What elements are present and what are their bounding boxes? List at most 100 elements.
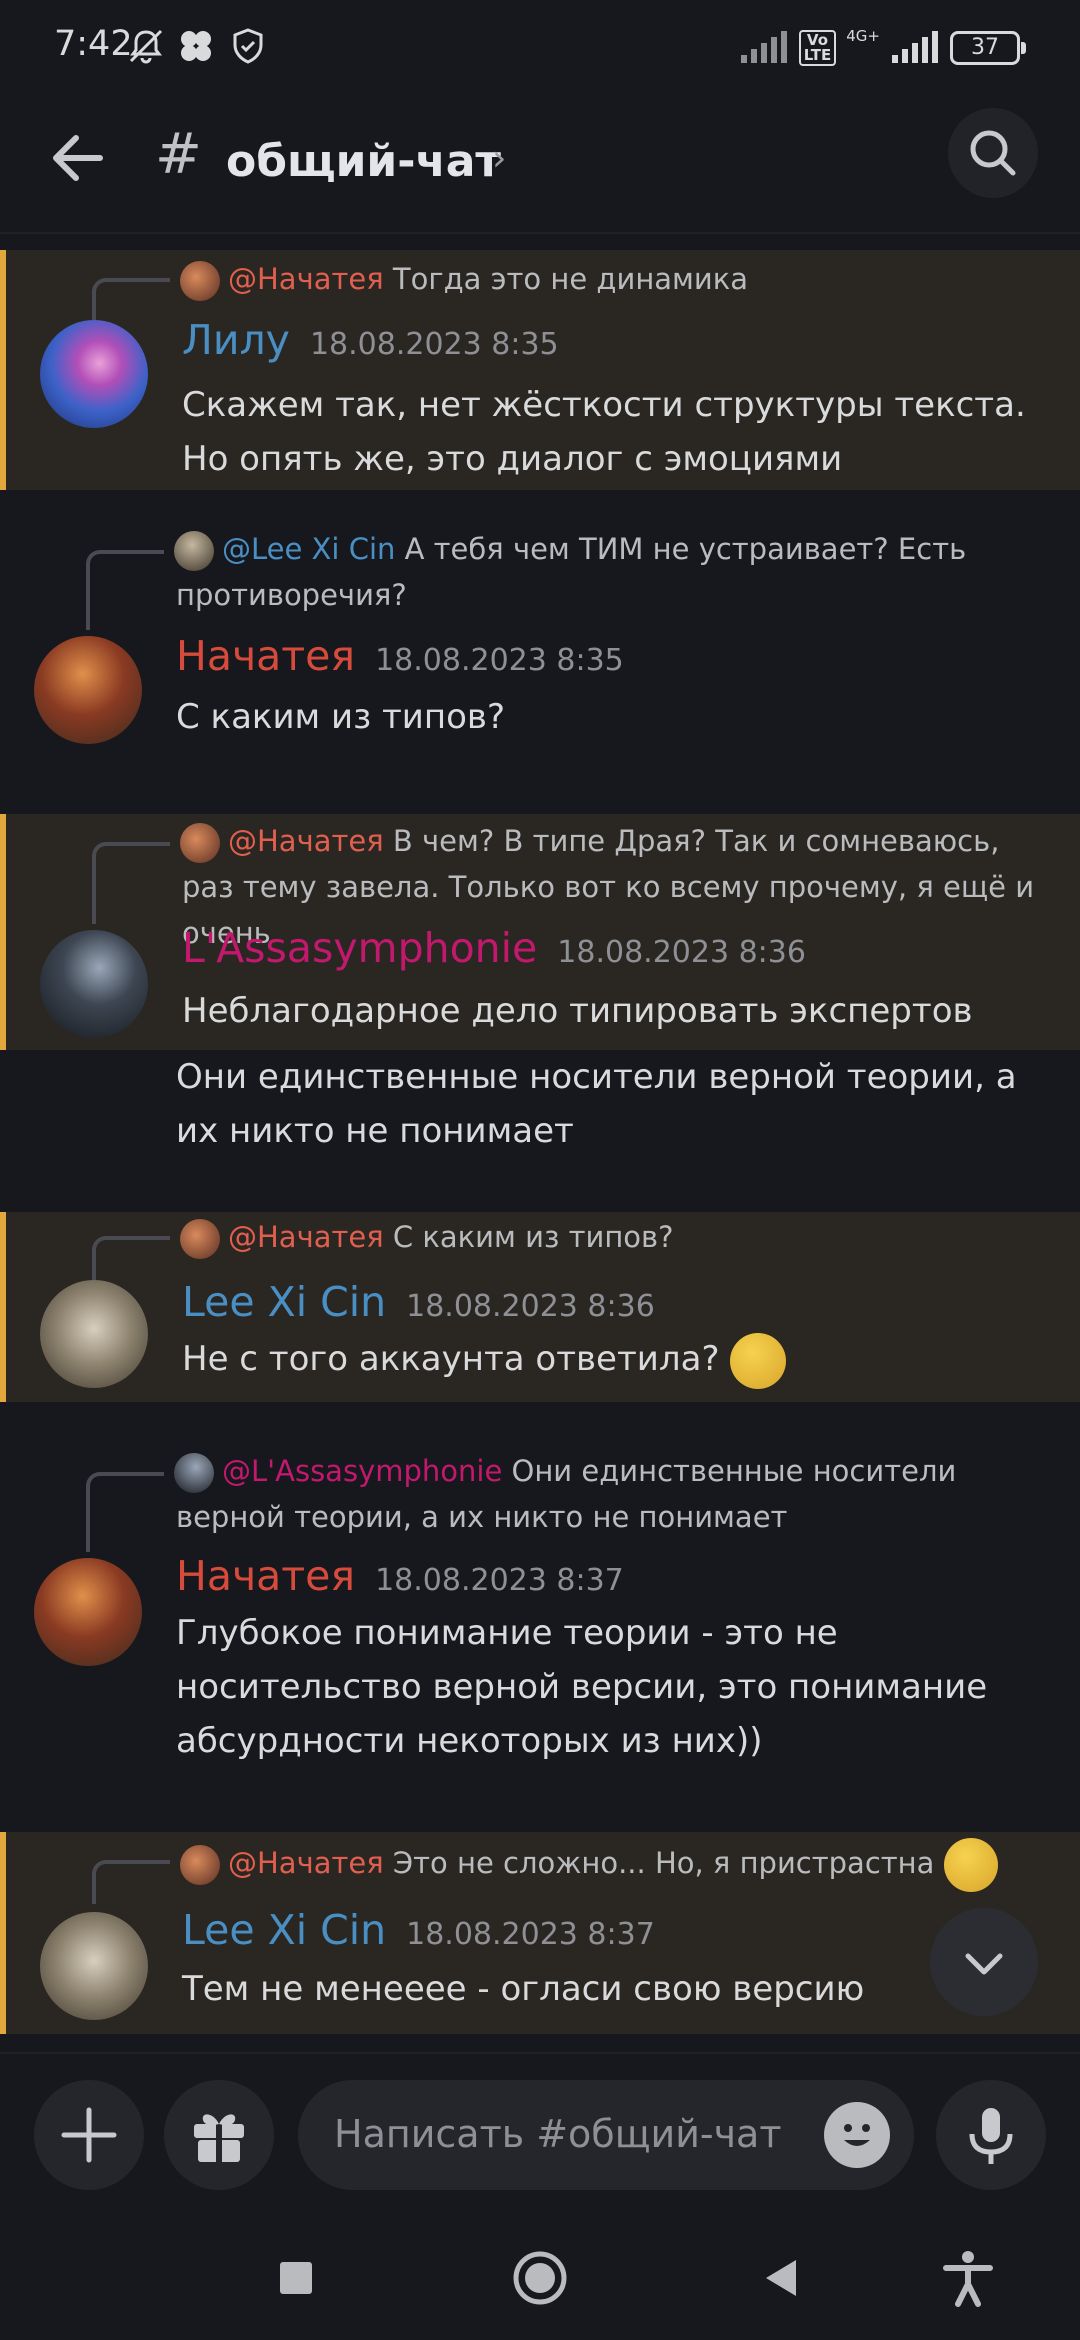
timestamp: 18.08.2023 8:36: [406, 1289, 655, 1324]
search-button[interactable]: [948, 108, 1038, 198]
signal-icon-2: [892, 31, 938, 63]
avatar[interactable]: [34, 636, 142, 744]
reply-avatar: [180, 823, 220, 863]
winking-face-emoji-icon: [730, 1332, 787, 1389]
reply-avatar: [180, 261, 220, 301]
signal-icon: [740, 31, 787, 63]
message-text: Не с того аккаунта ответила?: [182, 1339, 720, 1379]
back-triangle-icon[interactable]: [752, 2248, 812, 2308]
network-type: 4G+: [846, 27, 880, 45]
timestamp: 18.08.2023 8:36: [557, 935, 806, 970]
author-line: Начатея 18.08.2023 8:35: [176, 632, 624, 680]
gift-icon: [194, 2114, 244, 2162]
reply-text: С каким из типов?: [392, 1220, 674, 1254]
hash-icon: #: [155, 122, 202, 187]
status-right-group: Vo LTE 4G+ 37: [739, 26, 1026, 70]
voice-message-button[interactable]: [936, 2080, 1046, 2190]
message-followup[interactable]: Они единственные носители верной теории,…: [0, 1050, 1080, 1160]
reply-avatar: [180, 1845, 220, 1885]
app-notification-icon: [181, 31, 211, 61]
shield-icon: [233, 28, 263, 64]
scroll-to-bottom-button[interactable]: [930, 1908, 1038, 2016]
author-line: L'Assasymphonie 18.08.2023 8:36: [182, 924, 806, 972]
reply-preview[interactable]: @Начатея С каким из типов?: [180, 1214, 1040, 1260]
reply-text: Это не сложно... Но, я пристрастна: [392, 1846, 935, 1880]
reply-mention[interactable]: @Начатея: [228, 262, 384, 296]
recents-icon[interactable]: [266, 2248, 326, 2308]
message-text: С каким из типов?: [176, 697, 506, 737]
author-name[interactable]: L'Assasymphonie: [182, 924, 537, 972]
microphone-icon: [969, 2108, 1013, 2164]
message-item[interactable]: @L'Assasymphonie Они единственные носите…: [0, 1448, 1080, 1778]
message-list[interactable]: @Начатея Тогда это не динамика Лилу 18.08…: [0, 236, 1080, 2056]
chevron-right-icon[interactable]: ›: [492, 138, 506, 179]
channel-title[interactable]: общий-чат: [226, 136, 501, 187]
message-text: Скажем так, нет жёсткости структуры текс…: [182, 385, 1026, 479]
emoji-icon: [844, 2124, 870, 2146]
add-attachment-button[interactable]: [34, 2080, 144, 2190]
author-line: Лилу 18.08.2023 8:35: [182, 316, 559, 364]
message-item[interactable]: @Начатея В чем? В типе Драя? Так и сомне…: [0, 814, 1080, 1050]
status-bar: 7:42 Vo LTE 4G+ 37: [0, 0, 1080, 96]
message-item[interactable]: @Lee Xi Cin А тебя чем ТИМ не устраивает…: [0, 526, 1080, 786]
author-line: Lee Xi Cin 18.08.2023 8:37: [182, 1906, 655, 1954]
author-line: Lee Xi Cin 18.08.2023 8:36: [182, 1278, 655, 1326]
reply-connector: [86, 550, 164, 630]
reply-preview[interactable]: @Начатея Тогда это не динамика: [180, 256, 1040, 302]
author-name[interactable]: Лилу: [182, 316, 290, 364]
accessibility-icon[interactable]: [938, 2248, 998, 2308]
reply-text: Тогда это не динамика: [392, 262, 749, 296]
author-name[interactable]: Начатея: [176, 632, 355, 680]
message-item[interactable]: @Начатея Это не сложно... Но, я пристрас…: [0, 1832, 1080, 2034]
message-text: Они единственные носители верной теории,…: [176, 1057, 1017, 1151]
reply-connector: [86, 1472, 164, 1552]
grinning-face-emoji-icon: [943, 1838, 998, 1892]
timestamp: 18.08.2023 8:37: [406, 1917, 655, 1952]
status-time: 7:42: [54, 24, 133, 64]
message-composer: [0, 2052, 1080, 2208]
reply-avatar: [174, 531, 214, 571]
notifications-muted-icon: [129, 29, 163, 64]
message-item[interactable]: @Начатея С каким из типов? Lee Xi Cin 18.…: [0, 1212, 1080, 1402]
home-icon[interactable]: [510, 2248, 570, 2308]
gift-button[interactable]: [164, 2080, 274, 2190]
message-item[interactable]: @Начатея Тогда это не динамика Лилу 18.08…: [0, 250, 1080, 490]
reply-avatar: [174, 1453, 214, 1493]
author-name[interactable]: Начатея: [176, 1552, 355, 1600]
chevron-down-icon: [965, 1953, 1003, 1975]
reply-mention[interactable]: @Начатея: [228, 1220, 384, 1254]
reply-mention[interactable]: @Начатея: [228, 824, 384, 858]
back-arrow-icon[interactable]: [40, 120, 116, 196]
author-name[interactable]: Lee Xi Cin: [182, 1278, 386, 1326]
reply-preview[interactable]: @L'Assasymphonie Они единственные носите…: [174, 1448, 1040, 1540]
message-text: Неблагодарное дело типировать экспертов: [182, 991, 973, 1031]
reply-mention[interactable]: @L'Assasymphonie: [222, 1454, 502, 1488]
message-text: Глубокое понимание теории - это не носит…: [176, 1613, 988, 1761]
reply-connector: [92, 278, 170, 320]
reply-mention[interactable]: @Lee Xi Cin: [222, 532, 395, 566]
reply-connector: [92, 1236, 170, 1280]
channel-header: # общий-чат ›: [0, 96, 1080, 234]
reply-preview[interactable]: @Lee Xi Cin А тебя чем ТИМ не устраивает…: [174, 526, 1040, 618]
message-input[interactable]: [334, 2104, 794, 2164]
emoji-picker-button[interactable]: [824, 2102, 890, 2168]
volte-badge: Vo LTE: [798, 30, 837, 66]
avatar[interactable]: [40, 930, 148, 1038]
message-input-container[interactable]: [298, 2080, 914, 2190]
reply-preview[interactable]: @Начатея Это не сложно... Но, я пристрас…: [180, 1838, 1040, 1892]
timestamp: 18.08.2023 8:35: [375, 643, 624, 678]
avatar[interactable]: [40, 320, 148, 428]
timestamp: 18.08.2023 8:35: [309, 327, 559, 362]
author-line: Начатея 18.08.2023 8:37: [176, 1552, 624, 1600]
message-text: Тем не менееее - огласи свою версию: [182, 1969, 865, 2009]
timestamp: 18.08.2023 8:37: [375, 1563, 624, 1598]
reply-avatar: [180, 1219, 220, 1259]
message-text-row: Не с того аккаунта ответила?: [182, 1332, 1042, 1389]
author-name[interactable]: Lee Xi Cin: [182, 1906, 386, 1954]
avatar[interactable]: [34, 1558, 142, 1666]
search-icon: [970, 130, 1016, 176]
reply-mention[interactable]: @Начатея: [228, 1846, 384, 1880]
avatar[interactable]: [40, 1280, 148, 1388]
system-nav-bar: [0, 2208, 1080, 2340]
avatar[interactable]: [40, 1912, 148, 2020]
